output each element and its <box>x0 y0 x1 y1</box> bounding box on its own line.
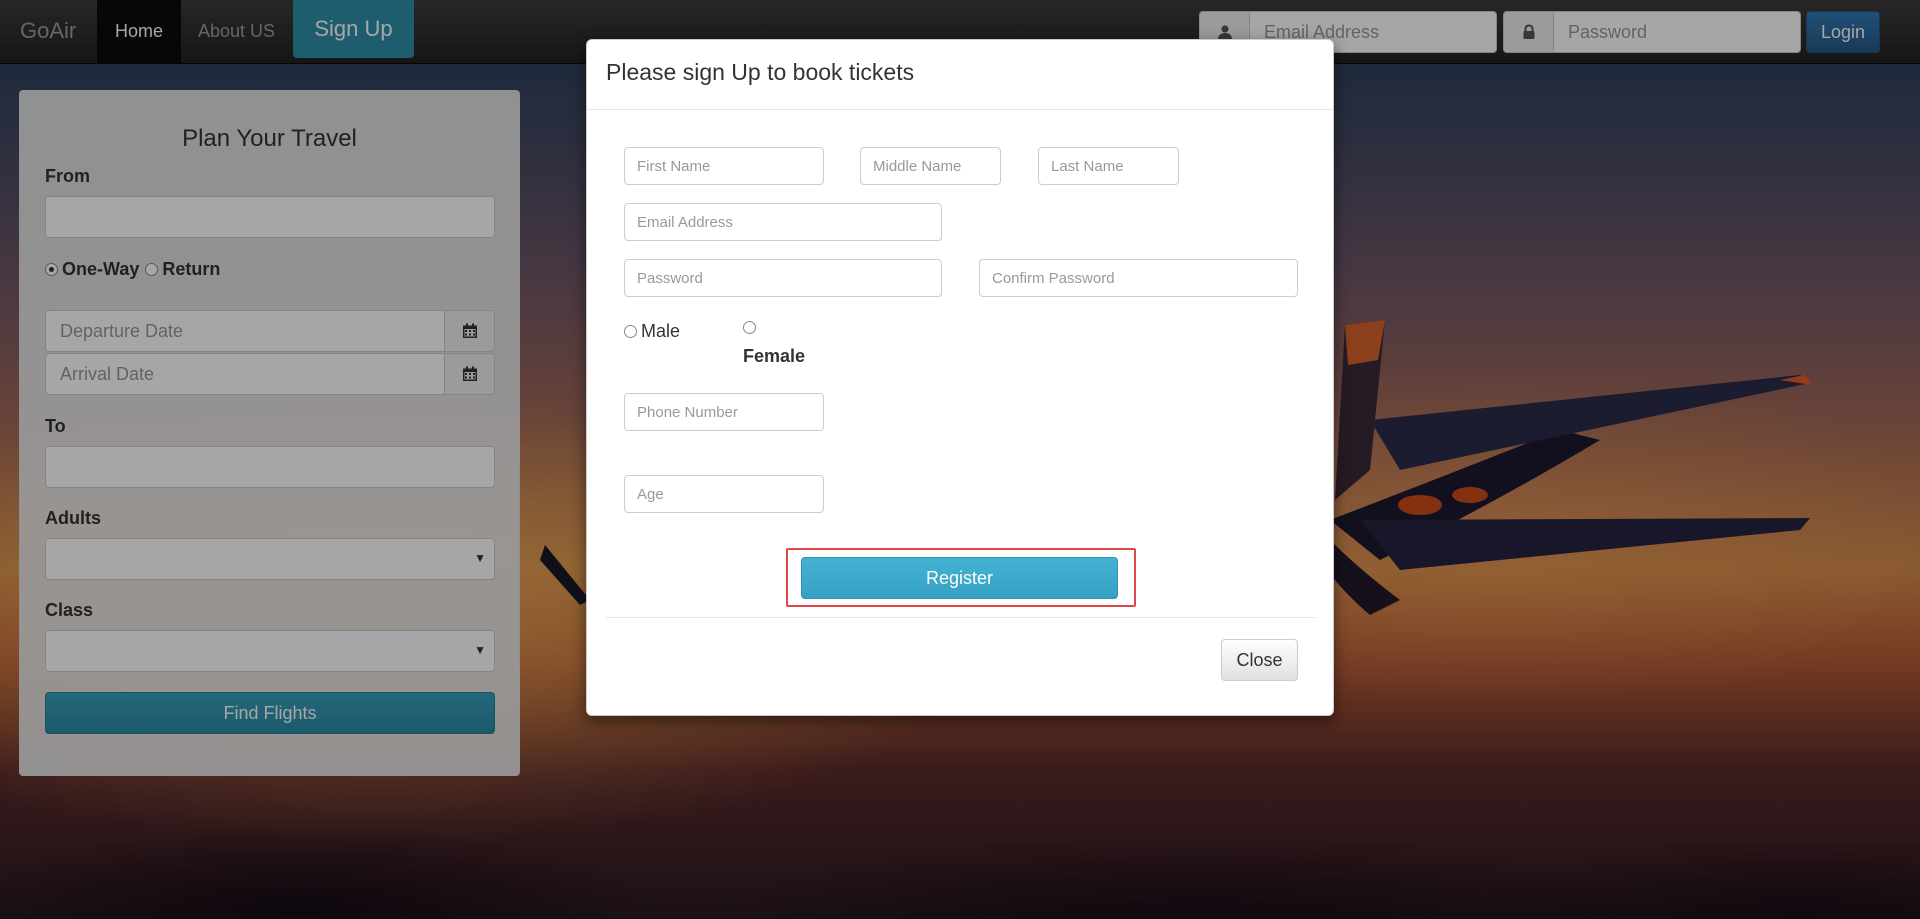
last-name-input[interactable] <box>1038 147 1179 185</box>
email-input[interactable] <box>624 203 942 241</box>
close-button[interactable]: Close <box>1221 639 1298 681</box>
modal-title: Please sign Up to book tickets <box>606 59 915 85</box>
female-label: Female <box>743 346 806 366</box>
password-input[interactable] <box>624 259 942 297</box>
modal-footer-divider <box>606 617 1316 618</box>
age-input[interactable] <box>624 475 824 513</box>
confirm-password-input[interactable] <box>979 259 1298 297</box>
male-label: Male <box>641 321 681 341</box>
register-button[interactable]: Register <box>801 557 1118 599</box>
signup-modal: Please sign Up to book tickets Male Fema… <box>586 39 1334 716</box>
male-radio[interactable] <box>624 325 637 338</box>
modal-header: Please sign Up to book tickets <box>587 40 1333 110</box>
first-name-input[interactable] <box>624 147 824 185</box>
phone-number-input[interactable] <box>624 393 824 431</box>
gender-male-option: Male <box>624 321 680 342</box>
female-radio[interactable] <box>743 321 756 334</box>
middle-name-input[interactable] <box>860 147 1001 185</box>
